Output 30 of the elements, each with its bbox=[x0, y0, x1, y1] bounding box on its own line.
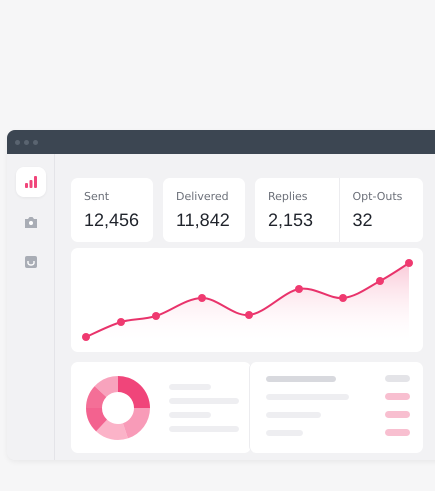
chart-point bbox=[82, 333, 90, 341]
bar-chart-icon bbox=[24, 175, 38, 189]
placeholder-pill bbox=[385, 429, 410, 436]
chart-point bbox=[339, 294, 347, 302]
chart-point bbox=[295, 285, 303, 293]
tray-icon bbox=[24, 255, 38, 269]
stat-value: 2,153 bbox=[268, 210, 314, 231]
chart-point bbox=[152, 312, 160, 320]
camera-icon bbox=[24, 215, 38, 229]
chart-point bbox=[117, 318, 125, 326]
window-dot bbox=[24, 140, 29, 144]
window-dot bbox=[15, 140, 20, 144]
chart-point bbox=[245, 311, 253, 319]
placeholder-pill bbox=[385, 375, 410, 382]
chart-point bbox=[198, 294, 206, 302]
chart-point bbox=[376, 277, 384, 285]
stat-label: Opt-Outs bbox=[352, 190, 404, 203]
donut-slice bbox=[86, 386, 106, 408]
sidebar-item[interactable] bbox=[16, 167, 46, 197]
stat-label: Sent bbox=[84, 190, 110, 203]
stat-label: Replies bbox=[268, 190, 309, 203]
stat-label: Delivered bbox=[176, 190, 230, 203]
placeholder-pill bbox=[385, 411, 410, 418]
chart-point bbox=[405, 259, 413, 267]
stat-value: 12,456 bbox=[84, 210, 140, 231]
window-dot bbox=[33, 140, 38, 144]
placeholder-line bbox=[266, 376, 336, 382]
stat-value: 32 bbox=[352, 210, 374, 231]
placeholder-pill bbox=[385, 393, 410, 400]
stat-value: 11,842 bbox=[176, 210, 231, 231]
